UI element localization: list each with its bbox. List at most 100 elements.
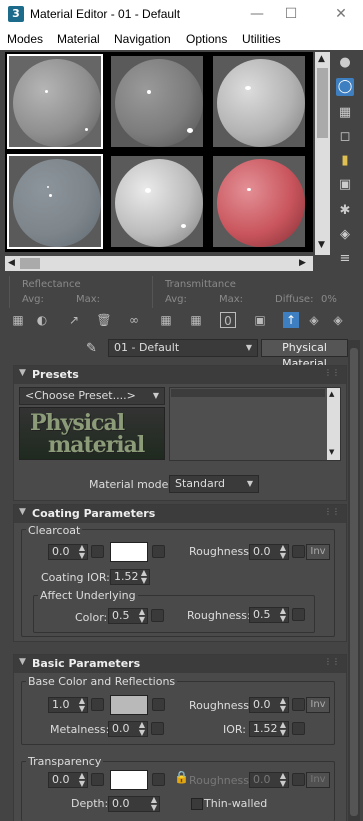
scroll-down-icon[interactable]: ▼ (318, 240, 325, 250)
close-icon[interactable]: ✕ (328, 4, 354, 24)
coating-ior-spinner[interactable]: 1.52 ▲ ▼ (110, 569, 150, 585)
clearcoat-color-swatch[interactable] (110, 542, 148, 562)
material-id-icon[interactable]: 0 (220, 312, 236, 328)
transparency-inv-button[interactable]: Inv (306, 772, 330, 788)
material-name-dropdown[interactable]: 01 - Default ▼ (108, 339, 258, 357)
go-to-parent-icon[interactable]: ◈ (306, 312, 322, 328)
base-color-map-button[interactable] (152, 698, 165, 711)
eyedropper-icon[interactable]: ✎ (86, 341, 102, 357)
scroll-left-icon[interactable]: ◀ (8, 258, 15, 268)
put-to-library-icon[interactable]: ▦ (158, 312, 174, 328)
sample-slot[interactable] (211, 54, 307, 149)
menu-options[interactable]: Options (186, 32, 227, 46)
sample-slot[interactable] (109, 54, 205, 149)
material-map-navigator-icon[interactable]: ≡ (336, 250, 354, 268)
spinner-arrows-icon[interactable]: ▲ ▼ (79, 772, 85, 788)
show-end-result-icon[interactable]: ↑ (283, 312, 299, 328)
go-forward-to-sibling-icon[interactable]: ◈ (330, 312, 346, 328)
sample-slot[interactable] (7, 54, 103, 149)
sample-uv-icon[interactable]: ◻ (336, 128, 354, 146)
sample-slot[interactable] (211, 154, 307, 249)
sample-slot[interactable] (109, 154, 205, 249)
material-mode-dropdown[interactable]: Standard ▼ (169, 475, 259, 493)
menu-utilities[interactable]: Utilities (242, 32, 281, 46)
show-shaded-material-icon[interactable]: ▣ (252, 312, 268, 328)
spinner-arrows-icon[interactable]: ▲ ▼ (280, 697, 286, 713)
slot-vertical-scrollbar[interactable]: ▲ ▼ (315, 52, 330, 255)
transparency-weight-spinner[interactable]: 0.0 ▲ ▼ (48, 772, 88, 788)
scroll-up-icon[interactable]: ▲ (318, 54, 325, 64)
make-preview-icon[interactable]: ▣ (336, 176, 354, 194)
depth-spinner[interactable]: 0.0 ▲ ▼ (108, 796, 160, 812)
transparency-color-swatch[interactable] (110, 770, 148, 790)
affect-color-spinner[interactable]: 0.5 ▲ ▼ (108, 608, 148, 624)
spinner-arrows-icon[interactable]: ▲ ▼ (280, 721, 286, 737)
slot-horizontal-scrollbar[interactable]: ◀ ▶ (5, 256, 313, 271)
scroll-up-icon[interactable]: ▲ (329, 390, 334, 398)
spinner-arrows-icon[interactable]: ▲ ▼ (79, 697, 85, 713)
clearcoat-inv-button[interactable]: Inv (306, 544, 330, 560)
backlight-icon[interactable]: ◯ (336, 78, 354, 96)
sample-slot[interactable] (7, 154, 103, 249)
metalness-spinner[interactable]: 0.0 ▲ ▼ (108, 721, 148, 737)
clearcoat-roughness-map-button[interactable] (292, 545, 305, 558)
spinner-arrows-icon[interactable]: ▲ ▼ (139, 721, 145, 737)
scroll-right-icon[interactable]: ▶ (299, 258, 306, 268)
transparency-roughness-spinner[interactable]: 0.0 ▲ ▼ (249, 772, 289, 788)
base-roughness-spinner[interactable]: 0.0 ▲ ▼ (249, 697, 289, 713)
affect-color-map-button[interactable] (151, 609, 164, 622)
scroll-down-icon[interactable]: ▼ (329, 448, 334, 456)
thin-walled-checkbox[interactable] (191, 798, 203, 810)
base-color-swatch[interactable] (110, 695, 148, 715)
transparency-weight-map-button[interactable] (91, 773, 104, 786)
menu-material[interactable]: Material (57, 32, 100, 46)
scroll-thumb[interactable] (20, 258, 40, 269)
preset-list[interactable]: ▲ ▼ (169, 387, 341, 461)
lock-icon[interactable]: 🔒 (174, 770, 189, 784)
ior-spinner[interactable]: 1.52 ▲ ▼ (249, 721, 289, 737)
maximize-icon[interactable]: ☐ (278, 4, 304, 24)
spinner-arrows-icon[interactable]: ▲ ▼ (141, 569, 147, 585)
material-id-channel-icon[interactable]: ▦ (188, 312, 204, 328)
menu-modes[interactable]: Modes (7, 32, 43, 46)
put-to-scene-icon[interactable]: ◐ (34, 312, 50, 328)
clearcoat-weight-spinner[interactable]: 0.0 ▲ ▼ (48, 544, 88, 560)
clearcoat-weight-map-button[interactable] (91, 545, 104, 558)
spinner-arrows-icon[interactable]: ▲ ▼ (280, 544, 286, 560)
assign-to-selection-icon[interactable]: ↗ (66, 312, 82, 328)
coating-header[interactable]: ▼ Coating Parameters ⋮⋮ (14, 505, 346, 523)
reset-map-icon[interactable]: 🗑 (96, 312, 112, 328)
make-unique-icon[interactable]: ∞ (126, 312, 142, 328)
choose-preset-dropdown[interactable]: <Choose Preset....> ▼ (19, 387, 165, 405)
base-roughness-map-button[interactable] (292, 698, 305, 711)
base-inv-button[interactable]: Inv (306, 697, 330, 713)
transparency-color-map-button[interactable] (152, 773, 165, 786)
transparency-roughness-map-button[interactable] (292, 773, 305, 786)
metalness-map-button[interactable] (151, 722, 164, 735)
rollout-scrollbar[interactable] (348, 340, 360, 821)
base-weight-map-button[interactable] (91, 698, 104, 711)
clearcoat-roughness-spinner[interactable]: 0.0 ▲ ▼ (249, 544, 289, 560)
background-checker-icon[interactable]: ▦ (336, 104, 354, 122)
preset-list-row[interactable] (171, 389, 325, 397)
get-material-icon[interactable]: ▦ (10, 312, 26, 328)
select-by-material-icon[interactable]: ◈ (336, 226, 354, 244)
spinner-arrows-icon[interactable]: ▲ ▼ (280, 772, 286, 788)
material-type-button[interactable]: Physical Material (261, 339, 348, 370)
affect-roughness-spinner[interactable]: 0.5 ▲ ▼ (249, 607, 289, 623)
basic-header[interactable]: ▼ Basic Parameters ⋮⋮ (14, 655, 346, 673)
minimize-icon[interactable]: — (244, 4, 270, 24)
menu-navigation[interactable]: Navigation (114, 32, 171, 46)
presets-header[interactable]: ▼ Presets ⋮⋮ (14, 366, 346, 384)
ior-map-button[interactable] (292, 722, 305, 735)
affect-roughness-map-button[interactable] (292, 608, 305, 621)
spinner-arrows-icon[interactable]: ▲ ▼ (139, 608, 145, 624)
preset-list-scrollbar[interactable]: ▲ ▼ (327, 388, 340, 460)
spinner-arrows-icon[interactable]: ▲ ▼ (151, 796, 157, 812)
scroll-thumb[interactable] (350, 348, 358, 816)
options-icon[interactable]: ✱ (336, 202, 354, 220)
video-color-check-icon[interactable]: ▮ (336, 152, 354, 170)
base-weight-spinner[interactable]: 1.0 ▲ ▼ (48, 697, 88, 713)
spinner-arrows-icon[interactable]: ▲ ▼ (280, 607, 286, 623)
clearcoat-color-map-button[interactable] (152, 545, 165, 558)
